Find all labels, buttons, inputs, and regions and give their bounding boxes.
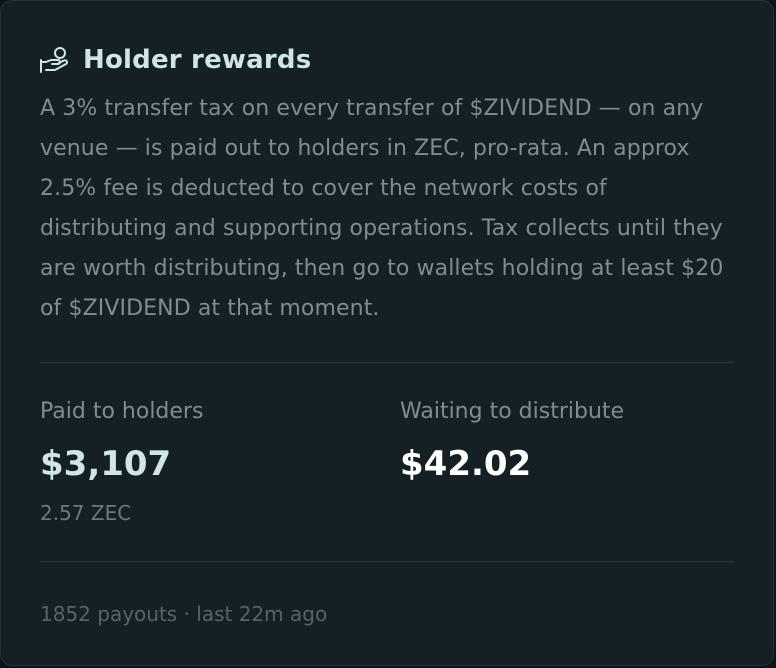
stat-paid-sub: 2.57 ZEC (40, 501, 132, 525)
stat-waiting-value: $42.02 (400, 444, 532, 484)
payouts-footer: 1852 payouts · last 22m ago (40, 602, 328, 626)
stat-paid-to-holders: Paid to holders $3,107 2.57 ZEC (40, 394, 203, 528)
holder-rewards-card: Holder rewards A 3% transfer tax on ever… (0, 0, 774, 666)
stat-waiting-label: Waiting to distribute (400, 399, 625, 424)
card-title: Holder rewards (83, 45, 312, 75)
stat-paid-value: $3,107 (40, 444, 172, 484)
divider-top (40, 362, 735, 363)
divider-bottom (40, 561, 735, 562)
card-description: A 3% transfer tax on every transfer of $… (40, 96, 724, 321)
stat-paid-label: Paid to holders (40, 399, 204, 424)
card-header: Holder rewards (39, 44, 311, 76)
hand-coin-icon (39, 44, 71, 76)
stat-waiting-to-distribute: Waiting to distribute $42.02 (400, 394, 624, 486)
